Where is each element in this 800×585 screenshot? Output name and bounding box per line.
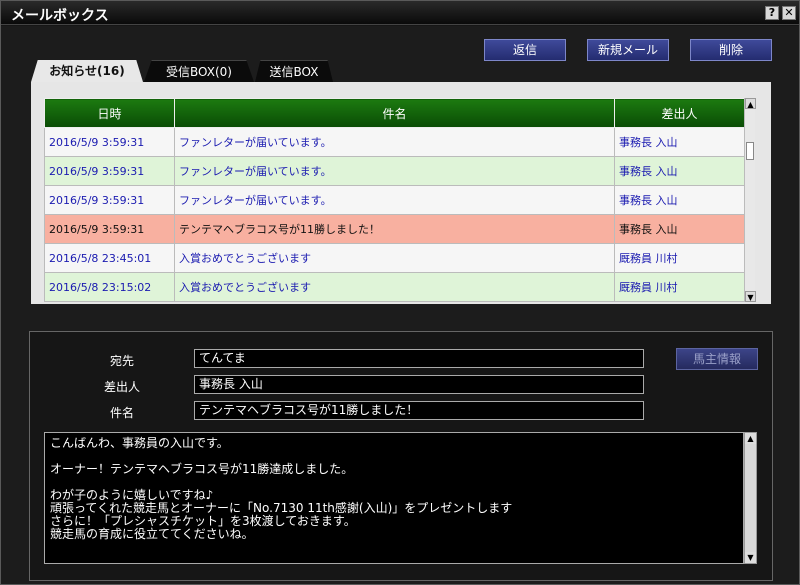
row-sender: 事務長 入山 — [614, 156, 744, 186]
table-row[interactable]: 2016/5/8 23:45:01 入賞おめでとうございます 厩務員 川村 — [44, 243, 744, 273]
row-date: 2016/5/9 3:59:31 — [44, 214, 175, 244]
row-subject: ファンレターが届いています。 — [174, 156, 615, 186]
row-date: 2016/5/9 3:59:31 — [44, 156, 175, 186]
tab-inbox[interactable]: 受信BOX(0) — [144, 60, 254, 82]
table-row[interactable]: 2016/5/9 3:59:31 ファンレターが届いています。 事務長 入山 — [44, 185, 744, 215]
table-header-row: 日時 件名 差出人 — [44, 98, 744, 128]
body-scroll-down-icon[interactable]: ▼ — [745, 552, 756, 563]
row-subject: 入賞おめでとうございます — [174, 243, 615, 273]
row-sender: 厩務員 川村 — [614, 243, 744, 273]
row-subject: ファンレターが届いています。 — [174, 185, 615, 215]
mailbox-window: メールボックス ? ✕ 返信 新規メール 削除 お知らせ(16) 受信BOX(0… — [0, 0, 800, 585]
body-scroll-up-icon[interactable]: ▲ — [745, 433, 756, 444]
body-scrollbar[interactable]: ▲ ▼ — [744, 432, 757, 564]
title-bar: メールボックス ? ✕ — [1, 1, 799, 25]
help-button[interactable]: ? — [765, 6, 779, 20]
tab-sent[interactable]: 送信BOX — [255, 60, 333, 82]
row-date: 2016/5/9 3:59:31 — [44, 185, 175, 215]
owner-info-button[interactable]: 馬主情報 — [676, 348, 758, 370]
column-header-date[interactable]: 日時 — [44, 98, 175, 128]
row-sender: 事務長 入山 — [614, 214, 744, 244]
column-header-subject[interactable]: 件名 — [174, 98, 615, 128]
table-row[interactable]: 2016/5/9 3:59:31 テンテマヘブラコス号が11勝しました！ 事務長 入… — [44, 214, 744, 244]
table-row[interactable]: 2016/5/8 23:15:02 入賞おめでとうございます 厩務員 川村 — [44, 272, 744, 302]
row-sender: 事務長 入山 — [614, 185, 744, 215]
reply-button[interactable]: 返信 — [484, 39, 566, 61]
subject-label: 件名 — [109, 406, 134, 420]
row-subject: テンテマヘブラコス号が11勝しました！ — [174, 214, 615, 244]
row-sender: 厩務員 川村 — [614, 272, 744, 302]
scroll-down-icon[interactable]: ▼ — [745, 291, 756, 302]
row-subject: ファンレターが届いています。 — [174, 127, 615, 157]
subject-field: テンテマヘブラコス号が11勝しました！ — [194, 401, 644, 420]
scroll-thumb[interactable] — [746, 142, 754, 160]
scroll-up-icon[interactable]: ▲ — [745, 98, 756, 109]
message-list: 日時 件名 差出人 2016/5/9 3:59:31 ファンレターが届いています。… — [44, 98, 744, 302]
from-label: 差出人 — [103, 380, 140, 394]
to-field: てんてま — [194, 349, 644, 368]
close-button[interactable]: ✕ — [782, 6, 796, 20]
column-header-sender[interactable]: 差出人 — [614, 98, 744, 128]
from-field: 事務長 入山 — [194, 375, 644, 394]
delete-button[interactable]: 削除 — [690, 39, 772, 61]
mailbox-content: 返信 新規メール 削除 お知らせ(16) 受信BOX(0) 送信BOX 日時 件… — [1, 26, 799, 584]
message-table: 日時 件名 差出人 2016/5/9 3:59:31 ファンレターが届いています。… — [44, 98, 744, 302]
new-mail-button[interactable]: 新規メール — [587, 39, 669, 61]
message-detail-panel: 宛先 てんてま 差出人 事務長 入山 件名 テンテマヘブラコス号が11勝しました… — [29, 331, 773, 581]
window-title: メールボックス — [11, 8, 109, 24]
to-label: 宛先 — [109, 354, 134, 368]
message-body-text: こんばんわ、事務員の入山です。 オーナー！テンテマヘブラコス号が11勝達成しまし… — [50, 436, 513, 541]
row-date: 2016/5/9 3:59:31 — [44, 127, 175, 157]
tab-notices[interactable]: お知らせ(16) — [31, 60, 143, 82]
row-sender: 事務長 入山 — [614, 127, 744, 157]
list-scrollbar[interactable]: ▲ ▼ — [744, 98, 756, 302]
row-date: 2016/5/8 23:15:02 — [44, 272, 175, 302]
message-list-panel: 日時 件名 差出人 2016/5/9 3:59:31 ファンレターが届いています。… — [31, 82, 771, 304]
message-body[interactable]: こんばんわ、事務員の入山です。 オーナー！テンテマヘブラコス号が11勝達成しまし… — [44, 432, 744, 564]
row-date: 2016/5/8 23:45:01 — [44, 243, 175, 273]
table-row[interactable]: 2016/5/9 3:59:31 ファンレターが届いています。 事務長 入山 — [44, 156, 744, 186]
table-row[interactable]: 2016/5/9 3:59:31 ファンレターが届いています。 事務長 入山 — [44, 127, 744, 157]
row-subject: 入賞おめでとうございます — [174, 272, 615, 302]
